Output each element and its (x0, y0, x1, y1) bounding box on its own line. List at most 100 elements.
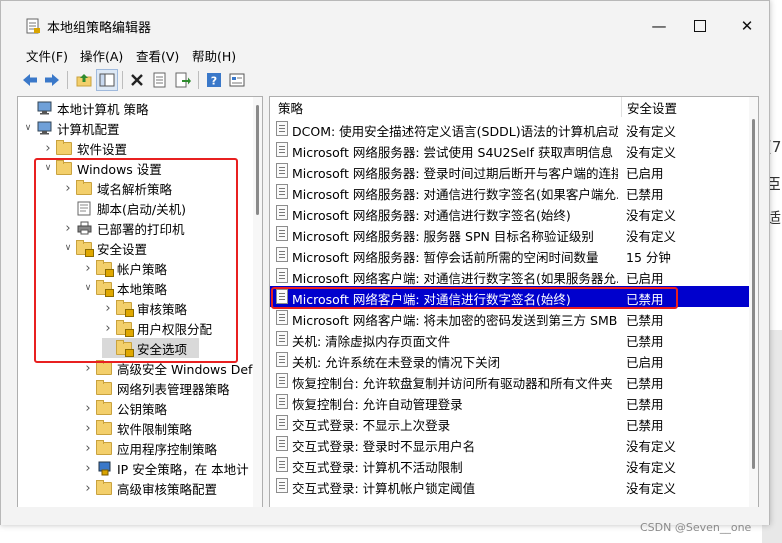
delete-button[interactable] (126, 69, 148, 91)
show-tree-icon (99, 73, 115, 87)
policy-row[interactable]: Microsoft 网络服务器: 对通信进行数字签名(如果客户端允... 已禁用 (270, 181, 750, 202)
properties-button[interactable] (149, 69, 171, 91)
close-button[interactable]: ✕ (734, 15, 760, 37)
list-scrollbar-thumb[interactable] (752, 119, 755, 469)
ip-security-icon (96, 460, 112, 476)
tree-scrollbar[interactable] (253, 97, 262, 515)
security-setting-value: 15 分钟 (626, 250, 671, 265)
menu-help[interactable]: 帮助(H) (192, 46, 236, 65)
collapsed-chevron-icon[interactable]: › (82, 421, 94, 436)
tree-item[interactable]: › 公钥策略 (82, 398, 167, 418)
column-header-security-setting[interactable]: 安全设置 (627, 97, 677, 117)
tree-item[interactable]: ∨ 计算机配置 (22, 118, 120, 138)
menu-action[interactable]: 操作(A) (80, 46, 123, 65)
export-icon (175, 72, 191, 88)
title-bar[interactable]: 本地组策略编辑器 — ✕ (1, 1, 769, 41)
policy-row[interactable]: Microsoft 网络服务器: 对通信进行数字签名(始终) 没有定义 (270, 202, 750, 223)
policy-setting-icon (276, 247, 288, 262)
security-setting-value: 没有定义 (626, 460, 677, 475)
forward-button[interactable] (41, 69, 63, 91)
policy-setting-icon (276, 121, 288, 136)
help-button[interactable]: ? (203, 69, 225, 91)
policy-row[interactable]: Microsoft 网络服务器: 尝试使用 S4U2Self 获取声明信息 没有定… (270, 139, 750, 160)
tree-scrollbar-thumb[interactable] (256, 105, 259, 215)
gpedit-window: 本地组策略编辑器 — ✕ 文件(F) 操作(A) 查看(V) 帮助(H) ? 本… (0, 0, 770, 525)
policy-row[interactable]: 关机: 清除虚拟内存页面文件 已禁用 (270, 328, 750, 349)
tree-item[interactable]: › 软件设置 (42, 138, 127, 158)
show-hide-tree-button[interactable] (96, 69, 118, 91)
policy-row[interactable]: 恢复控制台: 允许自动管理登录 已禁用 (270, 391, 750, 412)
policy-name: 恢复控制台: 允许自动管理登录 (292, 397, 463, 412)
up-one-level-button[interactable] (73, 69, 95, 91)
close-icon: ✕ (740, 17, 754, 35)
collapsed-chevron-icon[interactable]: › (82, 481, 94, 496)
highlight-box-selected-row (271, 287, 678, 309)
tree-item-label: 网络列表管理器策略 (117, 381, 230, 397)
collapsed-chevron-icon[interactable]: › (42, 141, 54, 156)
policy-row[interactable]: Microsoft 网络客户端: 对通信进行数字签名(如果服务器允... 已启用 (270, 265, 750, 286)
policy-row[interactable]: Microsoft 网络客户端: 将未加密的密码发送到第三方 SMB... 已禁用 (270, 307, 750, 328)
policy-row[interactable]: 交互式登录: 登录时不显示用户名 没有定义 (270, 433, 750, 454)
policy-row[interactable]: Microsoft 网络服务器: 暂停会话前所需的空闲时间数量 15 分钟 (270, 244, 750, 265)
security-setting-value: 没有定义 (626, 481, 677, 496)
menu-view[interactable]: 查看(V) (136, 46, 179, 65)
policy-name: Microsoft 网络客户端: 将未加密的密码发送到第三方 SMB... (292, 313, 618, 328)
collapsed-chevron-icon[interactable]: › (82, 401, 94, 416)
menu-file[interactable]: 文件(F) (26, 46, 68, 65)
policy-name: 关机: 清除虚拟内存页面文件 (292, 334, 451, 349)
window-title: 本地组策略编辑器 (47, 21, 152, 36)
policy-setting-icon (276, 331, 288, 346)
folder-icon (96, 419, 112, 436)
security-setting-value: 已禁用 (626, 313, 664, 328)
properties-icon (153, 72, 166, 88)
policy-row[interactable]: 交互式登录: 计算机不活动限制 没有定义 (270, 454, 750, 475)
security-setting-value: 已禁用 (626, 187, 664, 202)
security-setting-value: 已启用 (626, 355, 664, 370)
policy-name: Microsoft 网络服务器: 暂停会话前所需的空闲时间数量 (292, 250, 599, 265)
tree-item[interactable]: 网络列表管理器策略 (82, 378, 230, 398)
security-setting-value: 没有定义 (626, 124, 677, 139)
tree-item[interactable]: › 软件限制策略 (82, 418, 192, 438)
policy-setting-icon (276, 310, 288, 325)
tree-item-label: IP 安全策略，在 本地计 (117, 461, 249, 477)
tree-item[interactable]: › 应用程序控制策略 (82, 438, 217, 458)
policy-name: 恢复控制台: 允许软盘复制并访问所有驱动器和所有文件夹 (292, 376, 613, 391)
policy-row[interactable]: 交互式登录: 计算机帐户锁定阈值 没有定义 (270, 475, 750, 496)
policy-row[interactable]: DCOM: 使用安全描述符定义语言(SDDL)语法的计算机启动... 没有定义 (270, 118, 750, 139)
minimize-button[interactable]: — (646, 15, 672, 37)
policy-name: 交互式登录: 登录时不显示用户名 (292, 439, 476, 454)
toolbar-separator (67, 71, 68, 89)
policy-row[interactable]: 关机: 允许系统在未登录的情况下关闭 已启用 (270, 349, 750, 370)
view-button[interactable] (226, 69, 248, 91)
expanded-chevron-icon[interactable]: ∨ (22, 123, 34, 133)
policy-setting-icon (276, 142, 288, 157)
collapsed-chevron-icon[interactable]: › (82, 461, 94, 476)
delete-icon (131, 74, 143, 86)
tree-item[interactable]: 本地计算机 策略 (22, 98, 148, 118)
policy-setting-icon (276, 226, 288, 241)
export-list-button[interactable] (172, 69, 194, 91)
maximize-button[interactable] (687, 15, 713, 37)
tree-item-label: 软件设置 (77, 141, 128, 157)
policy-row[interactable]: Microsoft 网络服务器: 服务器 SPN 目标名称验证级别 没有定义 (270, 223, 750, 244)
computer-policy-icon (36, 100, 52, 116)
list-header: 策略 ˄ 安全设置 (270, 97, 758, 117)
policy-row[interactable]: Microsoft 网络服务器: 登录时间过期后断开与客户端的连接 已启用 (270, 160, 750, 181)
tree-item-label: 公钥策略 (117, 401, 168, 417)
list-scrollbar[interactable] (749, 97, 758, 515)
column-header-policy[interactable]: 策略 (278, 97, 303, 117)
tree-item[interactable]: › 高级审核策略配置 (82, 478, 217, 498)
column-divider[interactable] (621, 97, 622, 117)
policy-name: Microsoft 网络服务器: 对通信进行数字签名(始终) (292, 208, 571, 223)
policy-setting-icon (276, 394, 288, 409)
tree-item[interactable]: › IP 安全策略，在 本地计 (82, 458, 249, 478)
policy-name: 关机: 允许系统在未登录的情况下关闭 (292, 355, 501, 370)
collapsed-chevron-icon[interactable]: › (82, 441, 94, 456)
maximize-icon (694, 20, 706, 32)
back-button[interactable] (19, 69, 41, 91)
up-folder-icon (76, 74, 92, 87)
tree-item-label: 软件限制策略 (117, 421, 193, 437)
policy-row[interactable]: 交互式登录: 不显示上次登录 已禁用 (270, 412, 750, 433)
policy-row[interactable]: 恢复控制台: 允许软盘复制并访问所有驱动器和所有文件夹 已禁用 (270, 370, 750, 391)
security-setting-value: 已启用 (626, 166, 664, 181)
